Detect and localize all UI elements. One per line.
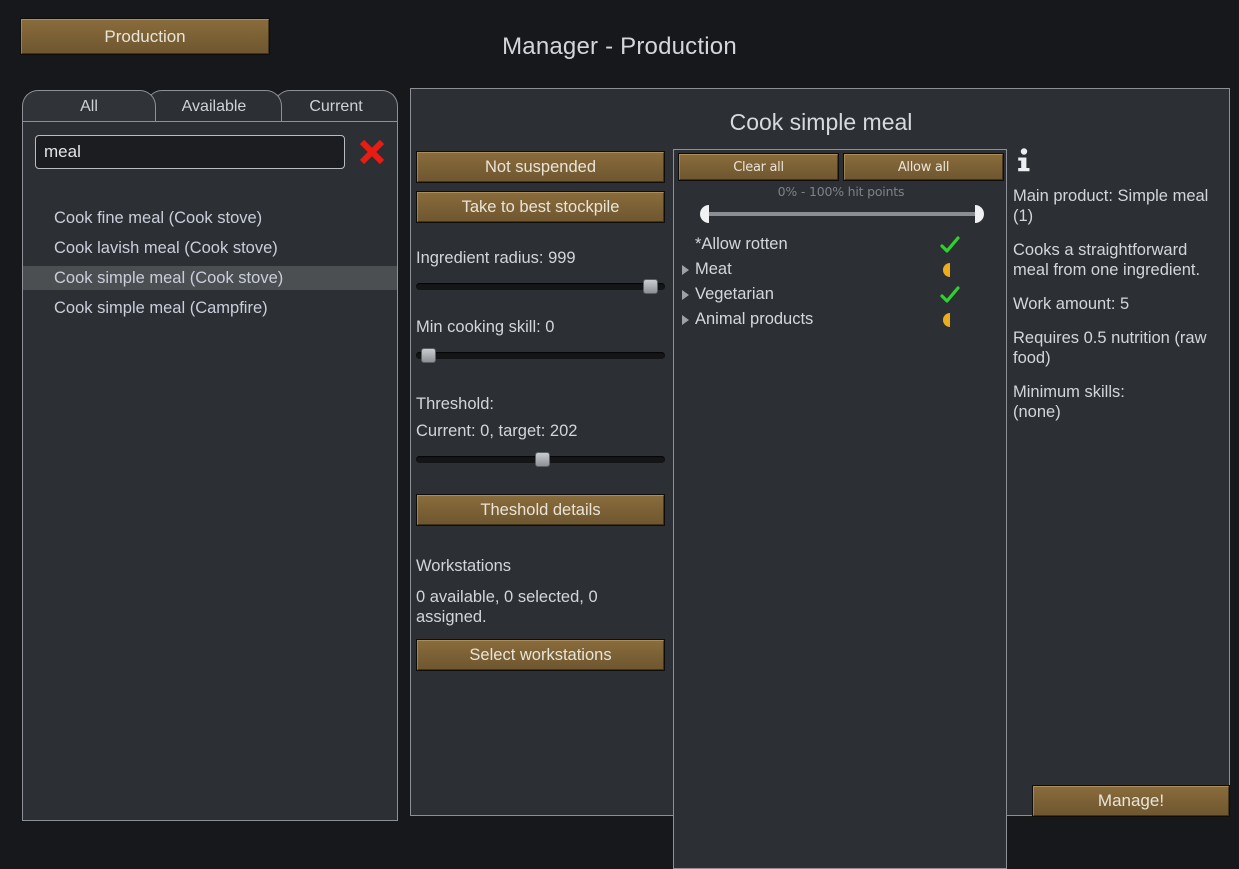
list-item[interactable]: Cook fine meal (Cook stove) [23,206,397,230]
filter-row-label: Meat [695,260,732,278]
tab-all[interactable]: All [22,90,156,122]
range-handle-min[interactable] [700,205,709,223]
threshold-heading: Threshold: [416,395,494,413]
slider-track [416,283,665,290]
threshold-slider[interactable] [416,449,665,469]
filter-row-animal-products[interactable]: Animal products [674,307,1008,332]
select-workstations-button[interactable]: Select workstations [416,639,665,671]
workstations-status: 0 available, 0 selected, 0 assigned. [416,588,598,626]
tab-current-label: Current [309,97,363,115]
filter-row-vegetarian[interactable]: Vegetarian [674,282,1008,307]
ingredient-radius-label: Ingredient radius: 999 [416,249,576,267]
recipe-tabs: All Available Current [22,90,398,122]
checkmark-allowed-icon[interactable] [940,235,960,255]
window-title: Manager - Production [502,33,737,60]
take-to-stockpile-button[interactable]: Take to best stockpile [416,191,665,223]
slider-thumb[interactable] [420,348,436,363]
slider-track [416,352,665,359]
min-cooking-skill-slider[interactable] [416,345,665,365]
tab-current[interactable]: Current [274,90,398,122]
hit-points-range-label: 0% - 100% hit points [777,184,905,199]
tab-all-label: All [80,97,98,115]
recipe-list-panel: Cook fine meal (Cook stove) Cook lavish … [22,121,398,821]
filter-row-label: Animal products [695,310,814,328]
ingredient-radius-slider[interactable] [416,276,665,296]
ingredient-filter-panel: Clear all Allow all 0% - 100% hit points… [673,149,1007,869]
checkmark-allowed-icon[interactable] [940,285,960,305]
filter-rows: *Allow rotten Meat Vegetarian Animal pro… [674,232,1008,332]
partial-allowed-icon[interactable] [940,310,960,330]
info-minimum-skills: Minimum skills: (none) [1013,383,1125,421]
recipe-settings-column: Not suspended Take to best stockpile Ing… [416,151,669,679]
filter-row-meat[interactable]: Meat [674,257,1008,282]
filter-buttons-row: Clear all Allow all [678,153,1004,181]
clear-all-label: Clear all [733,159,784,175]
chevron-right-icon[interactable] [682,265,689,275]
threshold-details-button[interactable]: Theshold details [416,494,665,526]
manage-button-label: Manage! [1097,791,1165,810]
min-cooking-skill-label: Min cooking skill: 0 [416,318,555,336]
chevron-right-icon[interactable] [682,290,689,300]
manage-button[interactable]: Manage! [1032,785,1230,817]
allow-all-label: Allow all [897,159,950,175]
tab-available[interactable]: Available [146,90,282,122]
filter-row-allow-rotten[interactable]: *Allow rotten [674,232,1008,257]
hit-points-range-slider[interactable] [700,204,984,224]
take-to-stockpile-label: Take to best stockpile [461,197,620,216]
chevron-right-icon[interactable] [682,315,689,325]
range-track [706,212,978,216]
main-panel: Cook simple meal Not suspended Take to b… [410,88,1230,869]
search-row [35,135,387,169]
range-handle-max[interactable] [975,205,984,223]
recipe-info-column: Main product: Simple meal (1) Cooks a st… [1013,147,1227,436]
tab-available-label: Available [181,97,247,115]
suspend-toggle-button[interactable]: Not suspended [416,151,665,183]
select-workstations-label: Select workstations [469,645,612,664]
info-nutrition-requirement: Requires 0.5 nutrition (raw food) [1013,329,1207,367]
allow-all-button[interactable]: Allow all [843,153,1004,181]
page-title: Cook simple meal [729,109,913,135]
threshold-details-label: Theshold details [480,500,601,519]
slider-thumb[interactable] [535,452,551,467]
info-icon[interactable] [1013,147,1035,173]
search-input[interactable] [35,135,345,169]
slider-thumb[interactable] [642,279,658,294]
threshold-current-target-label: Current: 0, target: 202 [416,422,578,440]
list-item[interactable]: Cook simple meal (Campfire) [23,296,397,320]
filter-row-label: *Allow rotten [695,235,788,253]
recipe-list: Cook fine meal (Cook stove) Cook lavish … [23,206,397,326]
list-item[interactable]: Cook simple meal (Cook stove) [23,266,397,290]
info-description: Cooks a straightforward meal from one in… [1013,241,1201,279]
workstations-heading: Workstations [416,557,512,575]
filter-row-label: Vegetarian [695,285,774,303]
clear-all-button[interactable]: Clear all [678,153,839,181]
suspend-toggle-label: Not suspended [485,157,596,176]
partial-allowed-icon[interactable] [940,260,960,280]
info-main-product: Main product: Simple meal (1) [1013,187,1209,225]
list-item[interactable]: Cook lavish meal (Cook stove) [23,236,397,260]
clear-search-icon[interactable] [357,137,387,167]
info-work-amount: Work amount: 5 [1013,295,1130,313]
